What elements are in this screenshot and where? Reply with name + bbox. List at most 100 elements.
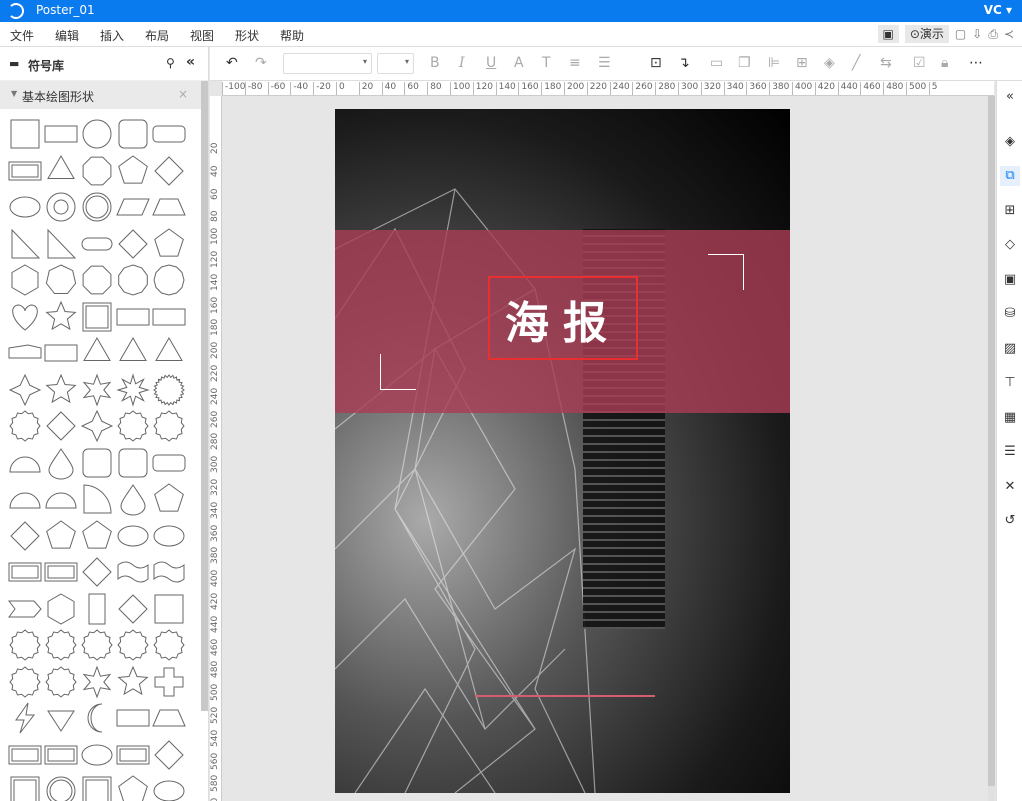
shape-lens-icon[interactable] bbox=[152, 519, 186, 553]
italic-icon[interactable]: I bbox=[459, 55, 465, 71]
menu-view[interactable]: 视图 bbox=[190, 27, 214, 44]
shape-rect-wide-icon[interactable] bbox=[44, 117, 78, 151]
shape-star6-icon[interactable] bbox=[80, 665, 114, 699]
layers-icon[interactable]: ◇ bbox=[1000, 235, 1020, 255]
shape-frame-rect-icon[interactable] bbox=[44, 555, 78, 589]
shape-gear-icon[interactable] bbox=[116, 409, 150, 443]
shape-dodecagon-icon[interactable] bbox=[152, 263, 186, 297]
redo-icon[interactable]: ↷ bbox=[255, 55, 267, 71]
user-menu[interactable]: VC ▾ bbox=[984, 3, 1012, 17]
shape-flower-icon[interactable] bbox=[152, 628, 186, 662]
shape-framed-rect-icon[interactable] bbox=[116, 738, 150, 772]
shape-pillow-icon[interactable] bbox=[116, 446, 150, 480]
canvas-scrollbar[interactable] bbox=[988, 96, 995, 801]
shape-drop-icon[interactable] bbox=[44, 446, 78, 480]
shape-parallelogram-icon[interactable] bbox=[116, 190, 150, 224]
shape-right-triangle-icon[interactable] bbox=[44, 227, 78, 261]
shape-wave-vert-icon[interactable] bbox=[152, 555, 186, 589]
screen-button[interactable]: ▣ bbox=[877, 25, 899, 43]
shape-right-tri-left-icon[interactable] bbox=[8, 227, 42, 261]
shape-lightning-icon[interactable] bbox=[8, 701, 42, 735]
floor-icon[interactable]: ▦ bbox=[1000, 408, 1020, 428]
org-icon[interactable]: ⊤ bbox=[1000, 373, 1020, 393]
shape-diamond-icon[interactable] bbox=[152, 738, 186, 772]
shape-star5-icon[interactable] bbox=[44, 300, 78, 334]
shape-framed-square-icon[interactable] bbox=[80, 300, 114, 334]
underline-icon[interactable]: U bbox=[486, 55, 496, 71]
shape-wave-icon[interactable] bbox=[116, 555, 150, 589]
shape-heart-icon[interactable] bbox=[8, 300, 42, 334]
menu-help[interactable]: 帮助 bbox=[280, 27, 304, 44]
shape-ellipse-icon[interactable] bbox=[8, 190, 42, 224]
more-icon[interactable]: ⋯ bbox=[969, 55, 983, 71]
image-icon[interactable]: ▨ bbox=[1000, 339, 1020, 359]
shape-star8-icon[interactable] bbox=[116, 372, 150, 407]
shape-rounded-rect-icon[interactable] bbox=[80, 446, 114, 480]
shape-shield-icon[interactable] bbox=[152, 482, 186, 516]
shape-circle-icon[interactable] bbox=[80, 117, 114, 151]
grid-icon[interactable]: ⊞ bbox=[1000, 201, 1020, 221]
shape-decagon-icon[interactable] bbox=[116, 263, 150, 297]
menu-layout[interactable]: 布局 bbox=[145, 27, 169, 44]
group-icon[interactable]: ⊞ bbox=[796, 55, 808, 71]
shape-egg-icon[interactable] bbox=[116, 519, 150, 553]
shape-trapezoid-icon[interactable] bbox=[152, 190, 186, 224]
shape-rounded-wide-icon[interactable] bbox=[152, 117, 186, 151]
shape-triangle-icon[interactable] bbox=[44, 154, 78, 188]
shape-star24-icon[interactable] bbox=[152, 373, 186, 407]
download-icon[interactable]: ⇩ bbox=[972, 27, 982, 41]
shape-star4-icon[interactable] bbox=[8, 373, 42, 407]
shape-diamond-frame-icon[interactable] bbox=[44, 409, 78, 443]
print-icon[interactable]: ⎙ bbox=[988, 27, 998, 42]
left-scrollbar[interactable] bbox=[201, 81, 208, 711]
shape-gem-icon[interactable] bbox=[44, 701, 78, 735]
shape-star4-icon[interactable] bbox=[80, 409, 114, 443]
shape-callout-icon[interactable] bbox=[44, 738, 78, 772]
shape-diamond-icon[interactable] bbox=[152, 154, 186, 188]
shape-gear-icon[interactable] bbox=[44, 628, 78, 662]
menu-file[interactable]: 文件 bbox=[10, 27, 34, 44]
shape-skew-rect-icon[interactable] bbox=[116, 300, 150, 334]
shape-teardrop-icon[interactable] bbox=[116, 482, 150, 516]
shape-gear-icon[interactable] bbox=[80, 628, 114, 662]
text-box-icon[interactable]: ⊡ bbox=[650, 55, 662, 71]
shape-ellipse-icon[interactable] bbox=[152, 774, 186, 801]
shape-gear-icon[interactable] bbox=[152, 409, 186, 443]
shape-octagon-icon[interactable] bbox=[80, 263, 114, 297]
share-icon[interactable]: ≺ bbox=[1004, 27, 1014, 41]
shape-framed-circle-icon[interactable] bbox=[44, 774, 78, 801]
shape-ring-gear-icon[interactable] bbox=[8, 409, 42, 443]
shape-ribbon-icon[interactable] bbox=[116, 701, 150, 735]
shape-rounded-rect-icon[interactable] bbox=[116, 117, 150, 151]
font-size-select[interactable] bbox=[377, 53, 414, 74]
shape-triangle-right-icon[interactable] bbox=[116, 336, 150, 370]
menu-shape[interactable]: 形状 bbox=[235, 27, 259, 44]
shape-framed-square-icon[interactable] bbox=[80, 774, 114, 801]
shape-half-circle-icon[interactable] bbox=[8, 482, 42, 516]
shape-half-circle-left-icon[interactable] bbox=[8, 446, 42, 480]
shape-rect-icon[interactable] bbox=[8, 117, 42, 151]
shape-pentagon-icon[interactable] bbox=[116, 154, 150, 188]
slides-icon[interactable]: ▣ bbox=[1000, 270, 1020, 290]
shape-flower-icon[interactable] bbox=[8, 665, 42, 699]
shape-shield-icon[interactable] bbox=[116, 774, 150, 801]
shape-tall-rect-icon[interactable] bbox=[80, 592, 114, 626]
shape-banner-icon[interactable] bbox=[44, 336, 78, 370]
text-style-icon[interactable]: T bbox=[542, 55, 551, 71]
outline-icon[interactable]: ☰ bbox=[1000, 442, 1020, 462]
shadow-icon[interactable]: ❐ bbox=[738, 55, 751, 71]
style-icon[interactable]: ⧉ bbox=[1000, 166, 1020, 186]
shape-shield-icon[interactable] bbox=[44, 519, 78, 553]
shape-plus-icon[interactable] bbox=[152, 665, 186, 699]
shape-moon-icon[interactable] bbox=[80, 701, 114, 735]
category-header[interactable]: ▼ 基本绘图形状 × bbox=[0, 81, 208, 109]
shape-cross-round-icon[interactable] bbox=[152, 592, 186, 626]
shape-framed-square-icon[interactable] bbox=[8, 774, 42, 801]
undo-icon[interactable]: ↶ bbox=[226, 55, 238, 71]
line-style-icon[interactable]: ⇆ bbox=[880, 55, 892, 71]
shape-chevron-icon[interactable] bbox=[8, 592, 42, 626]
font-family-select[interactable] bbox=[283, 53, 372, 74]
shape-hexagon-icon[interactable] bbox=[8, 263, 42, 297]
shape-cloud-icon[interactable] bbox=[44, 482, 78, 516]
paint-icon[interactable]: ◈ bbox=[1000, 132, 1020, 152]
